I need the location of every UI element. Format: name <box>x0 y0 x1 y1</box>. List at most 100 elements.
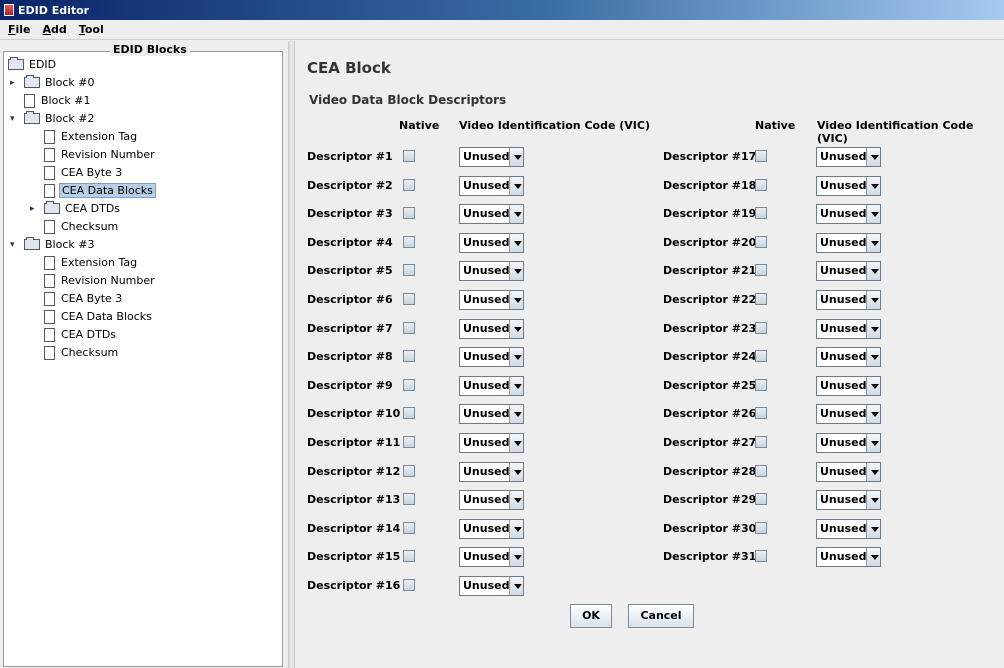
tree-node[interactable]: Revision Number <box>44 146 157 163</box>
collapse-handle-icon[interactable]: ▸ <box>10 78 15 88</box>
chevron-down-icon[interactable] <box>866 548 880 567</box>
native-checkbox[interactable] <box>755 235 767 248</box>
vic-dropdown[interactable]: Unused <box>459 375 524 396</box>
chevron-down-icon[interactable] <box>866 176 880 195</box>
native-checkbox[interactable] <box>755 150 767 162</box>
vic-dropdown[interactable]: Unused <box>816 461 881 482</box>
chevron-down-icon[interactable] <box>509 348 523 367</box>
vic-dropdown[interactable]: Unused <box>816 347 881 368</box>
menu-add[interactable]: Add <box>37 23 73 36</box>
native-checkbox[interactable] <box>403 493 415 506</box>
vic-dropdown[interactable]: Unused <box>816 232 881 253</box>
chevron-down-icon[interactable] <box>866 291 880 309</box>
vic-dropdown[interactable]: Unused <box>459 490 524 511</box>
chevron-down-icon[interactable] <box>509 291 523 309</box>
native-checkbox[interactable] <box>403 207 415 220</box>
vic-dropdown[interactable]: Unused <box>816 147 881 167</box>
tree-node[interactable]: Revision Number <box>44 272 157 289</box>
chevron-down-icon[interactable] <box>509 205 523 224</box>
chevron-down-icon[interactable] <box>509 548 523 567</box>
native-checkbox[interactable] <box>403 378 415 391</box>
collapse-handle-icon[interactable]: ▸ <box>30 204 35 214</box>
native-checkbox[interactable] <box>403 264 415 277</box>
tree-node[interactable]: CEA Byte 3 <box>44 164 124 181</box>
chevron-down-icon[interactable] <box>866 519 880 538</box>
vic-dropdown[interactable]: Unused <box>459 232 524 253</box>
chevron-down-icon[interactable] <box>509 233 523 252</box>
cancel-button[interactable]: Cancel <box>628 604 694 628</box>
chevron-down-icon[interactable] <box>866 405 880 424</box>
chevron-down-icon[interactable] <box>509 491 523 510</box>
native-checkbox[interactable] <box>403 579 415 591</box>
vic-dropdown[interactable]: Unused <box>459 433 524 453</box>
vic-dropdown[interactable]: Unused <box>816 404 881 425</box>
tree-node[interactable]: ▸ CEA DTDs <box>30 200 122 217</box>
tree-node[interactable]: ▾ Block #3 <box>10 236 96 253</box>
chevron-down-icon[interactable] <box>866 434 880 452</box>
native-checkbox[interactable] <box>403 150 415 162</box>
native-checkbox[interactable] <box>403 235 415 248</box>
vic-dropdown[interactable]: Unused <box>459 518 524 539</box>
vic-dropdown[interactable]: Unused <box>459 261 524 282</box>
vic-dropdown[interactable]: Unused <box>816 375 881 396</box>
vic-dropdown[interactable]: Unused <box>816 204 881 225</box>
native-checkbox[interactable] <box>755 436 767 448</box>
native-checkbox[interactable] <box>755 407 767 420</box>
chevron-down-icon[interactable] <box>866 319 880 338</box>
chevron-down-icon[interactable] <box>866 262 880 281</box>
native-checkbox[interactable] <box>403 436 415 448</box>
native-checkbox[interactable] <box>755 293 767 305</box>
native-checkbox[interactable] <box>403 407 415 420</box>
native-checkbox[interactable] <box>403 293 415 305</box>
chevron-down-icon[interactable] <box>509 519 523 538</box>
vic-dropdown[interactable]: Unused <box>459 404 524 425</box>
tree-node[interactable]: ▸ Block #0 <box>10 74 96 91</box>
tree-node[interactable]: ▾ Block #2 <box>10 110 96 127</box>
vic-dropdown[interactable]: Unused <box>816 290 881 310</box>
chevron-down-icon[interactable] <box>509 577 523 595</box>
chevron-down-icon[interactable] <box>866 233 880 252</box>
ok-button[interactable]: OK <box>570 604 612 628</box>
chevron-down-icon[interactable] <box>866 348 880 367</box>
chevron-down-icon[interactable] <box>509 405 523 424</box>
native-checkbox[interactable] <box>403 550 415 563</box>
expand-handle-icon[interactable]: ▾ <box>10 114 15 124</box>
tree-node-edid[interactable]: EDID <box>8 56 58 73</box>
vic-dropdown[interactable]: Unused <box>459 547 524 568</box>
vic-dropdown[interactable]: Unused <box>459 461 524 482</box>
chevron-down-icon[interactable] <box>866 376 880 395</box>
native-checkbox[interactable] <box>755 321 767 334</box>
native-checkbox[interactable] <box>403 178 415 191</box>
chevron-down-icon[interactable] <box>866 491 880 510</box>
tree-node[interactable]: Block #1 <box>24 92 92 109</box>
edid-tree[interactable]: EDID ▸ Block #0 Block #1 ▾ Block #2 Extension… <box>3 51 283 667</box>
native-checkbox[interactable] <box>403 350 415 363</box>
vic-dropdown[interactable]: Unused <box>816 547 881 568</box>
menu-file[interactable]: File <box>0 23 37 36</box>
chevron-down-icon[interactable] <box>866 148 880 166</box>
chevron-down-icon[interactable] <box>509 376 523 395</box>
vic-dropdown[interactable]: Unused <box>459 318 524 339</box>
native-checkbox[interactable] <box>403 321 415 334</box>
native-checkbox[interactable] <box>403 464 415 477</box>
tree-node[interactable]: CEA DTDs <box>44 326 118 343</box>
vic-dropdown[interactable]: Unused <box>459 290 524 310</box>
tree-node[interactable]: Checksum <box>44 344 120 361</box>
vic-dropdown[interactable]: Unused <box>459 175 524 196</box>
menu-tool[interactable]: Tool <box>73 23 110 36</box>
vic-dropdown[interactable]: Unused <box>816 518 881 539</box>
native-checkbox[interactable] <box>755 521 767 534</box>
vic-dropdown[interactable]: Unused <box>816 318 881 339</box>
native-checkbox[interactable] <box>755 493 767 506</box>
native-checkbox[interactable] <box>755 550 767 563</box>
chevron-down-icon[interactable] <box>509 434 523 452</box>
vic-dropdown[interactable]: Unused <box>459 204 524 225</box>
chevron-down-icon[interactable] <box>866 205 880 224</box>
chevron-down-icon[interactable] <box>509 176 523 195</box>
tree-node[interactable]: CEA Data Blocks <box>44 308 154 325</box>
vic-dropdown[interactable]: Unused <box>459 576 524 596</box>
vic-dropdown[interactable]: Unused <box>459 147 524 167</box>
tree-node[interactable]: Checksum <box>44 218 120 235</box>
tree-node[interactable]: Extension Tag <box>44 254 139 271</box>
expand-handle-icon[interactable]: ▾ <box>10 240 15 250</box>
